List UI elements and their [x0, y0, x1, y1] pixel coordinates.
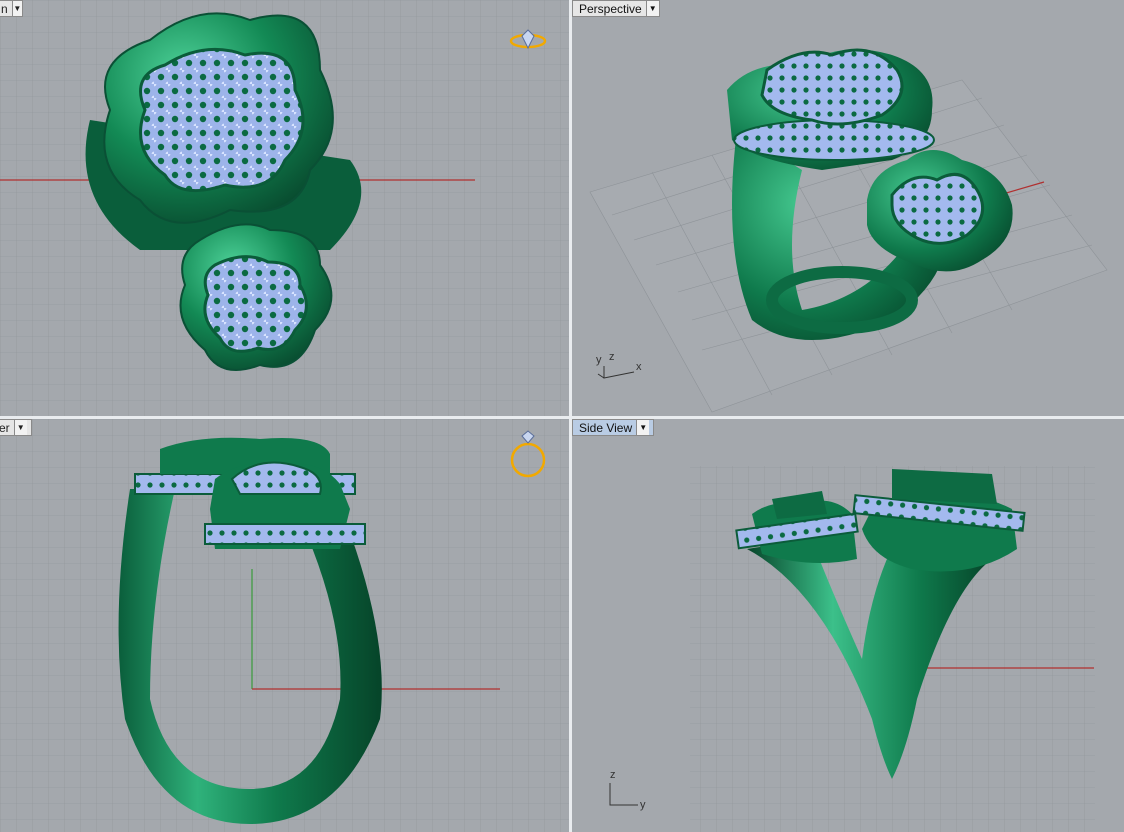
side-axis-icon: [609, 783, 638, 806]
side-view-scene: [690, 466, 1095, 832]
chevron-down-icon[interactable]: ▼: [636, 420, 650, 435]
perspective-axis-z: z: [609, 351, 615, 363]
ring-gumball-icon[interactable]: [508, 429, 548, 479]
viewport-side-label: Side View: [579, 420, 633, 435]
perspective-scene: [589, 48, 1108, 413]
viewport-perspective-tab[interactable]: Perspective ▼: [572, 0, 660, 17]
viewport-front[interactable]: er ▼: [0, 419, 569, 832]
viewport-top-label: n: [1, 1, 8, 16]
viewport-side-tab[interactable]: Side View ▼: [572, 419, 654, 436]
perspective-axis-icon: [597, 366, 635, 379]
viewport-front-tab[interactable]: er ▼: [0, 419, 32, 436]
chevron-down-icon[interactable]: ▼: [11, 1, 22, 16]
viewport-splitter-horizontal[interactable]: [0, 416, 1124, 419]
top-view-scene: [0, 0, 569, 416]
perspective-axis-x: x: [636, 361, 642, 373]
viewport-perspective[interactable]: Perspective ▼ y z x: [572, 0, 1124, 416]
viewport-front-label: er: [0, 420, 10, 435]
ring-gumball-icon[interactable]: [508, 28, 548, 52]
chevron-down-icon[interactable]: ▼: [645, 1, 659, 16]
viewport-perspective-label: Perspective: [579, 1, 642, 16]
viewport-side[interactable]: Side View ▼ z y: [572, 419, 1124, 832]
front-view-scene: [0, 419, 569, 832]
viewport-top[interactable]: n ▼: [0, 0, 569, 416]
side-axis-z: z: [610, 769, 616, 781]
viewport-top-tab[interactable]: n ▼: [0, 0, 23, 17]
chevron-down-icon[interactable]: ▼: [13, 420, 27, 435]
